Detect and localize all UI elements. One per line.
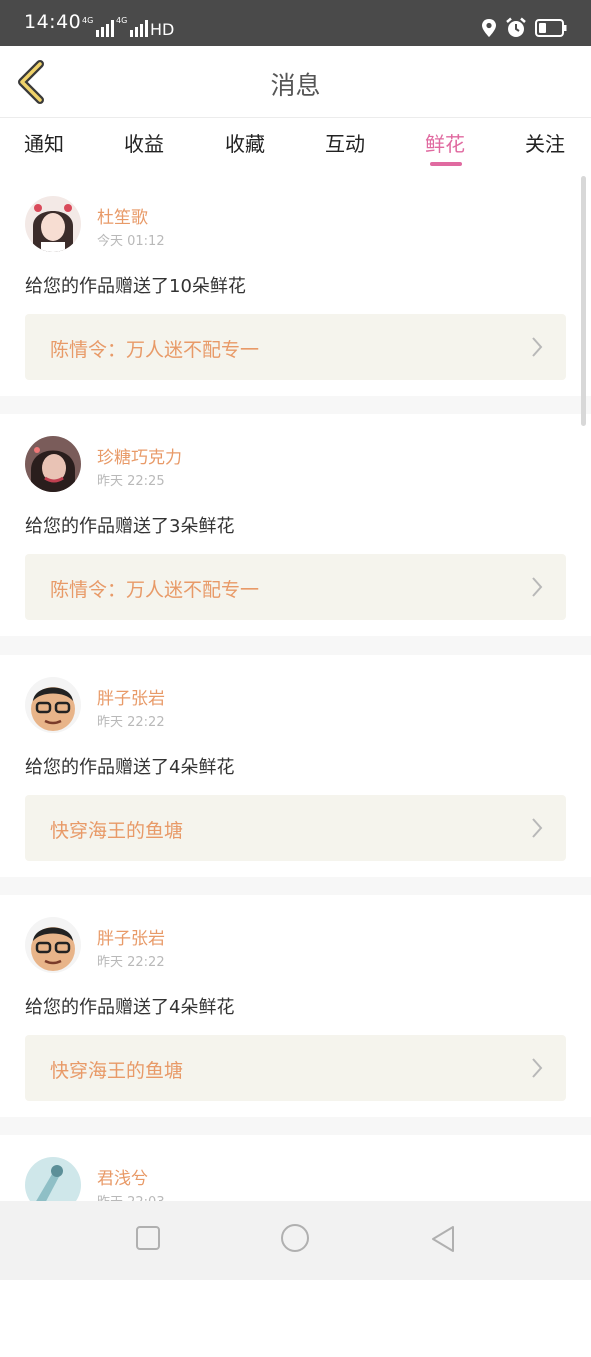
chevron-right-icon bbox=[532, 1058, 543, 1078]
work-title: 陈情令：万人迷不配专一 bbox=[50, 339, 260, 361]
status-icons bbox=[481, 17, 567, 39]
page-title: 消息 bbox=[270, 71, 321, 100]
triangle-back-icon bbox=[432, 1226, 454, 1252]
message-time: 昨天 22:22 bbox=[97, 955, 165, 970]
battery-icon bbox=[535, 19, 567, 37]
tab-following[interactable]: 关注 bbox=[525, 128, 565, 157]
message-time: 昨天 22:22 bbox=[97, 715, 165, 730]
system-nav-bar bbox=[0, 1201, 591, 1280]
message-text: 给您的作品赠送了4朵鲜花 bbox=[25, 997, 235, 1018]
active-tab-indicator bbox=[430, 162, 462, 166]
message-text: 给您的作品赠送了4朵鲜花 bbox=[25, 757, 235, 778]
user-name[interactable]: 胖子张岩 bbox=[97, 684, 165, 709]
work-title: 快穿海王的鱼塘 bbox=[50, 820, 184, 842]
location-icon bbox=[482, 19, 496, 37]
tab-interactions[interactable]: 互动 bbox=[325, 128, 365, 157]
tab-earnings[interactable]: 收益 bbox=[124, 128, 164, 157]
hd-indicator: HD bbox=[150, 20, 175, 39]
tab-flowers[interactable]: 鲜花 bbox=[425, 128, 465, 157]
avatar[interactable] bbox=[25, 677, 81, 733]
alarm-icon bbox=[506, 17, 526, 37]
work-link[interactable]: 陈情令：万人迷不配专一 bbox=[25, 554, 566, 620]
message-text: 给您的作品赠送了3朵鲜花 bbox=[25, 516, 235, 537]
list-item: 胖子张岩 昨天 22:22 给您的作品赠送了4朵鲜花 快穿海王的鱼塘 bbox=[0, 895, 591, 1117]
chevron-right-icon bbox=[532, 337, 543, 357]
tab-favorites[interactable]: 收藏 bbox=[225, 128, 265, 157]
message-time: 今天 01:12 bbox=[97, 234, 165, 249]
back-nav-button[interactable] bbox=[430, 1225, 456, 1257]
signal-strength-icon: 4G bbox=[82, 17, 115, 37]
avatar[interactable] bbox=[25, 196, 81, 252]
tab-bar: 通知 收益 收藏 互动 鲜花 关注 bbox=[0, 118, 591, 174]
user-name[interactable]: 珍糖巧克力 bbox=[97, 443, 182, 468]
user-name[interactable]: 胖子张岩 bbox=[97, 924, 165, 949]
status-bar: 14:40 4G 4G HD bbox=[0, 0, 591, 46]
tab-notifications[interactable]: 通知 bbox=[24, 128, 64, 157]
list-item: 杜笙歌 今天 01:12 给您的作品赠送了10朵鲜花 陈情令：万人迷不配专一 bbox=[0, 174, 591, 396]
message-time: 昨天 22:25 bbox=[97, 474, 165, 489]
message-text: 给您的作品赠送了10朵鲜花 bbox=[25, 276, 246, 297]
user-name[interactable]: 杜笙歌 bbox=[97, 203, 148, 228]
square-recents-icon bbox=[136, 1226, 160, 1250]
app-header: 消息 bbox=[0, 46, 591, 118]
recents-button[interactable] bbox=[135, 1225, 161, 1255]
work-title: 陈情令：万人迷不配专一 bbox=[50, 579, 260, 601]
status-time: 14:40 bbox=[24, 11, 82, 33]
work-link[interactable]: 快穿海王的鱼塘 bbox=[25, 1035, 566, 1101]
home-button[interactable] bbox=[280, 1223, 310, 1257]
user-name[interactable]: 君浅兮 bbox=[97, 1164, 148, 1189]
avatar[interactable] bbox=[25, 917, 81, 973]
list-item: 胖子张岩 昨天 22:22 给您的作品赠送了4朵鲜花 快穿海王的鱼塘 bbox=[0, 655, 591, 877]
chevron-right-icon bbox=[532, 577, 543, 597]
work-link[interactable]: 快穿海王的鱼塘 bbox=[25, 795, 566, 861]
list-item: 珍糖巧克力 昨天 22:25 给您的作品赠送了3朵鲜花 陈情令：万人迷不配专一 bbox=[0, 414, 591, 636]
scrollbar[interactable] bbox=[581, 176, 586, 426]
work-link[interactable]: 陈情令：万人迷不配专一 bbox=[25, 314, 566, 380]
circle-home-icon bbox=[281, 1224, 309, 1252]
chevron-right-icon bbox=[532, 818, 543, 838]
signal-strength-2-icon: 4G bbox=[116, 17, 149, 37]
avatar[interactable] bbox=[25, 436, 81, 492]
work-title: 快穿海王的鱼塘 bbox=[50, 1060, 184, 1082]
